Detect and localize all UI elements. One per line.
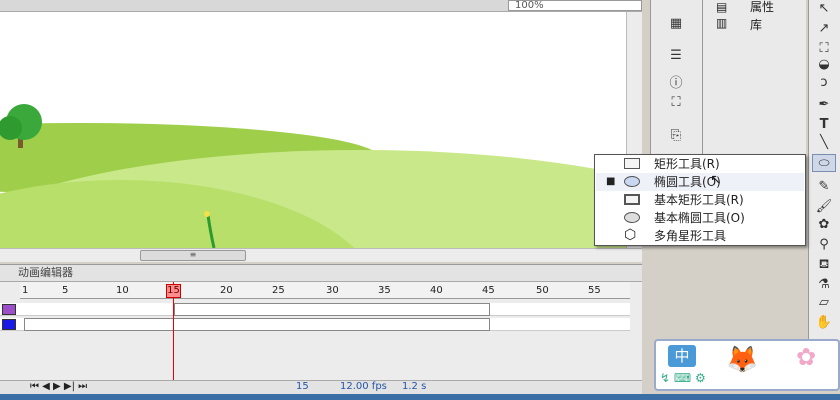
primitive-oval-icon: [624, 212, 640, 223]
playhead[interactable]: [173, 282, 174, 394]
timeline-footer: [0, 380, 642, 394]
ruler-label: 10: [116, 285, 129, 296]
hand-tool-icon[interactable]: ✋: [812, 314, 836, 332]
menu-item-rectangle-tool[interactable]: 矩形工具(R): [596, 155, 804, 173]
zoom-select[interactable]: 100%: [508, 0, 642, 11]
ime-status-bar[interactable]: 中 ↯ ⌨ ⚙ 🦊 ✿: [654, 339, 840, 391]
panel-library-label[interactable]: 库: [750, 16, 762, 33]
taskbar: [0, 394, 840, 400]
current-frame-marker[interactable]: 15: [166, 284, 181, 298]
menu-item-label: 基本矩形工具(R): [654, 193, 744, 207]
paint-bucket-icon[interactable]: ⛾: [812, 256, 836, 274]
history-icon[interactable]: ⎘: [665, 128, 687, 146]
transform-icon[interactable]: ⛶: [665, 95, 687, 113]
ruler-label: 45: [482, 285, 495, 296]
motion-editor-tab[interactable]: 动画编辑器: [18, 265, 112, 281]
tween-span[interactable]: [174, 303, 490, 316]
layer-color-swatch[interactable]: [2, 304, 16, 315]
elapsed-time-readout: 1.2 s: [402, 381, 427, 392]
menu-item-primitive-rectangle-tool[interactable]: 基本矩形工具(R): [596, 191, 804, 209]
frame-span[interactable]: [24, 318, 490, 331]
menu-item-label: 基本椭圆工具(O): [654, 211, 745, 225]
ruler-label: 35: [378, 285, 391, 296]
line-tool-icon[interactable]: ╲: [812, 134, 836, 152]
playback-controls-icon[interactable]: ⏮ ◀ ▶ ▶| ⏭: [30, 381, 87, 392]
grid-panel-icon[interactable]: ▦: [665, 16, 687, 34]
ruler-label: 30: [326, 285, 339, 296]
stage-artwork: [0, 104, 642, 262]
ruler-label: 5: [62, 285, 69, 296]
menu-item-label: 多角星形工具: [654, 229, 727, 243]
deco-tool-icon[interactable]: ✿: [812, 216, 836, 234]
brush-tool-icon[interactable]: 🖌: [812, 198, 836, 216]
bone-tool-icon[interactable]: ⚲: [812, 236, 836, 254]
ruler-label: 20: [220, 285, 233, 296]
pencil-tool-icon[interactable]: ✎: [812, 178, 836, 196]
primitive-rect-icon: [624, 194, 640, 205]
selected-bullet-icon: ■: [606, 176, 616, 187]
fps-readout[interactable]: 12.00 fps: [340, 381, 387, 392]
scrollbar-thumb[interactable]: ≡: [140, 250, 246, 261]
oval-icon: [624, 176, 640, 187]
subselection-tool-icon[interactable]: ↗: [812, 20, 836, 38]
ruler-label: 1: [22, 285, 29, 296]
text-tool-icon[interactable]: T: [812, 116, 836, 134]
menu-item-primitive-oval-tool[interactable]: 基本椭圆工具(O): [596, 209, 804, 227]
pen-tool-icon[interactable]: ✒: [812, 96, 836, 114]
rectangle-icon: [624, 158, 640, 169]
stage-horizontal-scrollbar[interactable]: [0, 248, 642, 262]
3d-rotation-icon[interactable]: ◒: [812, 56, 836, 74]
panel-properties-label[interactable]: 属性: [750, 0, 774, 15]
blossom-icon: ✿: [796, 343, 817, 371]
properties-icon[interactable]: ▤: [716, 0, 727, 14]
menu-item-oval-tool[interactable]: ■ 椭圆工具(O) ↖: [596, 172, 804, 191]
ruler-label: 40: [430, 285, 443, 296]
oval-tool-icon[interactable]: ⬭: [812, 154, 836, 172]
info-icon[interactable]: ⓘ: [665, 72, 687, 91]
layer-color-swatch[interactable]: [2, 319, 16, 330]
ruler-label: 55: [588, 285, 601, 296]
polystar-icon: ⬡: [624, 227, 637, 243]
lasso-icon[interactable]: ↄ: [812, 74, 836, 92]
menu-item-polystar-tool[interactable]: ⬡ 多角星形工具: [596, 227, 804, 245]
mouse-cursor-icon: ↖: [710, 172, 722, 188]
ruler-label: 50: [536, 285, 549, 296]
eyedropper-icon[interactable]: ⚗: [812, 276, 836, 294]
ime-tools-icon[interactable]: ↯ ⌨ ⚙: [660, 371, 706, 385]
library-icon[interactable]: ▥: [716, 16, 727, 30]
eraser-icon[interactable]: ▱: [812, 294, 836, 312]
ime-mode-label[interactable]: 中: [668, 345, 696, 367]
mascot-icon: 🦊: [726, 345, 759, 375]
ruler-label: 25: [272, 285, 285, 296]
current-frame-readout: 15: [296, 381, 309, 392]
stage-canvas[interactable]: [0, 0, 642, 262]
selection-tool-icon[interactable]: ↖: [812, 0, 836, 18]
align-icon[interactable]: ☰: [665, 48, 687, 66]
